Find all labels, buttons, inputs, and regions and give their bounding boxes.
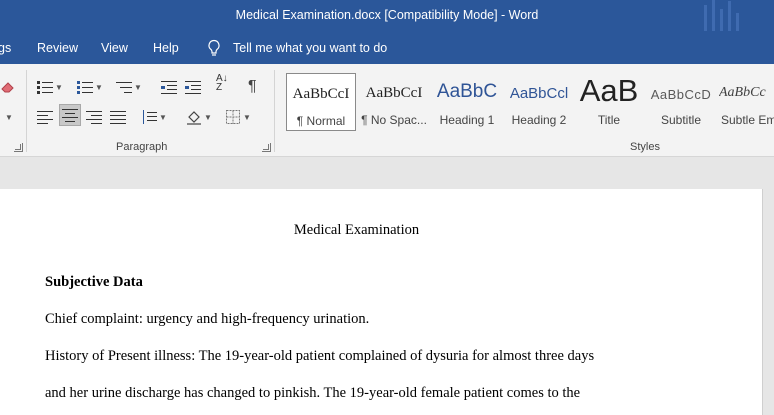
increase-indent-button[interactable] (185, 76, 201, 98)
justify-button[interactable] (110, 106, 130, 128)
font-dialog-launcher[interactable] (14, 143, 23, 152)
style-normal[interactable]: AaBbCcI ¶ Normal (286, 73, 356, 131)
multilevel-list-button[interactable]: ▼ (116, 76, 142, 98)
paragraph-dialog-launcher[interactable] (262, 143, 271, 152)
paragraph-group-label: Paragraph (116, 141, 168, 153)
align-left-icon (37, 110, 53, 124)
chevron-down-icon: ▼ (204, 112, 212, 122)
tell-me-search[interactable]: Tell me what you want to do (233, 41, 387, 55)
style-heading-1[interactable]: AaBbC Heading 1 (431, 73, 503, 131)
line-spacing-button[interactable]: ▼ (141, 106, 167, 128)
font-color-dropdown[interactable]: ▼ (3, 106, 17, 128)
chevron-down-icon: ▼ (55, 82, 63, 92)
line-spacing-icon (141, 110, 157, 124)
lightbulb-icon (208, 39, 220, 56)
chevron-down-icon: ▼ (134, 82, 142, 92)
title-bar-decoration (704, 0, 744, 33)
chevron-down-icon: ▼ (95, 82, 103, 92)
document-canvas: Medical Examination Subjective Data Chie… (0, 157, 774, 415)
chevron-down-icon: ▼ (5, 112, 13, 122)
style-title[interactable]: AaB Title (573, 73, 645, 131)
group-separator (26, 70, 27, 152)
chevron-down-icon: ▼ (243, 112, 251, 122)
clear-formatting-button[interactable] (0, 76, 18, 98)
title-bar: Medical Examination.docx [Compatibility … (0, 0, 774, 33)
body-line: and her urine discharge has changed to p… (45, 385, 581, 401)
sort-button[interactable]: A↓ Z (216, 74, 228, 96)
ribbon: ▼ ▼ ▼ ▼ A↓ Z ¶ ▼ ▼ ▼ Paragraph AaBbCcI ¶… (0, 64, 774, 157)
increase-indent-icon (185, 80, 201, 94)
window-title: Medical Examination.docx [Compatibility … (235, 8, 539, 22)
section-heading: Subjective Data (45, 274, 143, 290)
shading-button[interactable]: ▼ (186, 106, 212, 128)
pilcrow-icon: ¶ (248, 78, 257, 95)
sort-icon: A↓ Z (216, 73, 228, 93)
decrease-indent-button[interactable] (161, 76, 177, 98)
body-line: Chief complaint: urgency and high-freque… (45, 311, 370, 327)
align-right-button[interactable] (86, 106, 106, 128)
styles-gallery: AaBbCcI ¶ Normal AaBbCcI ¶ No Spac... Aa… (283, 69, 774, 133)
tab-help[interactable]: Help (153, 41, 179, 55)
align-center-icon (62, 108, 78, 122)
borders-button[interactable]: ▼ (225, 106, 251, 128)
bullet-list-icon (37, 80, 53, 94)
body-line: History of Present illness: The 19-year-… (45, 348, 595, 364)
styles-group-label: Styles (630, 141, 660, 153)
tab-review[interactable]: Review (37, 41, 78, 55)
style-no-spacing[interactable]: AaBbCcI ¶ No Spac... (358, 73, 430, 131)
group-separator (274, 70, 275, 152)
show-formatting-button[interactable]: ¶ (248, 76, 257, 98)
align-right-icon (86, 110, 102, 124)
decrease-indent-icon (161, 80, 177, 94)
style-subtle-emphasis[interactable]: AaBbCc Subtle Em (719, 73, 774, 131)
align-center-button[interactable] (59, 104, 81, 126)
style-subtitle[interactable]: AaBbCcD Subtitle (645, 73, 717, 131)
chevron-down-icon: ▼ (159, 112, 167, 122)
style-heading-2[interactable]: AaBbCcl Heading 2 (503, 73, 575, 131)
numbered-list-icon (77, 80, 93, 94)
eraser-icon (1, 82, 14, 93)
tab-view[interactable]: View (101, 41, 128, 55)
bullets-button[interactable]: ▼ (37, 76, 63, 98)
numbering-button[interactable]: ▼ (77, 76, 103, 98)
borders-icon (226, 110, 240, 124)
ribbon-tabs: gs Review View Help Tell me what you wan… (0, 33, 774, 64)
tab-layout-partial[interactable]: gs (0, 41, 11, 55)
align-left-button[interactable] (37, 106, 57, 128)
document-title: Medical Examination (293, 222, 420, 238)
justify-icon (110, 110, 126, 124)
document-page[interactable]: Medical Examination Subjective Data Chie… (0, 189, 763, 415)
multilevel-list-icon (116, 80, 132, 94)
paint-bucket-icon (187, 111, 201, 125)
